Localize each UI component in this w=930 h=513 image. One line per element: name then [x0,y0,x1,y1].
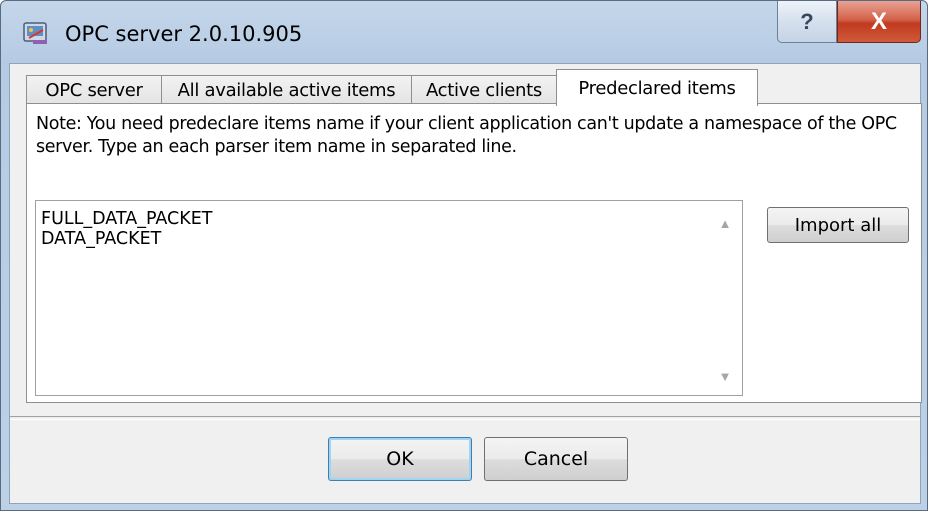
tab-label: Predeclared items [578,77,736,99]
predeclared-items-textarea[interactable]: FULL_DATA_PACKET DATA_PACKET ▲ ▼ [35,200,743,396]
dialog-client-area: OPC server All available active items Ac… [9,63,922,504]
tab-label: All available active items [177,80,396,101]
import-all-button[interactable]: Import all [767,207,909,243]
scroll-down-arrow-icon[interactable]: ▼ [717,369,733,384]
help-button[interactable]: ? [777,1,837,43]
cancel-button[interactable]: Cancel [484,437,628,481]
tab-active-clients[interactable]: Active clients [411,75,557,105]
dialog-window: OPC server 2.0.10.905 ? X OPC server All… [0,0,928,511]
tab-label: Active clients [425,80,543,101]
tab-strip: OPC server All available active items Ac… [26,66,926,106]
app-icon [23,22,47,44]
close-button[interactable]: X [837,1,921,43]
help-icon: ? [800,8,814,34]
window-title: OPC server 2.0.10.905 [65,22,303,46]
tab-all-available-active-items[interactable]: All available active items [161,75,412,105]
tab-label: OPC server [45,80,143,101]
tab-predeclared-items[interactable]: Predeclared items [556,69,758,106]
item-line: DATA_PACKET [41,229,162,249]
ok-button[interactable]: OK [328,437,472,481]
item-line: FULL_DATA_PACKET [41,209,213,229]
scroll-up-arrow-icon[interactable]: ▲ [717,216,733,231]
title-bar[interactable]: OPC server 2.0.10.905 ? X [1,1,927,63]
footer-separator [10,416,920,420]
textarea-content: FULL_DATA_PACKET DATA_PACKET [41,209,213,249]
tab-opc-server[interactable]: OPC server [26,75,162,105]
close-icon: X [870,7,887,35]
predeclared-items-panel: Note: You need predeclare items name if … [26,103,922,403]
note-text: Note: You need predeclare items name if … [36,114,897,157]
vertical-scrollbar[interactable]: ▲ ▼ [709,202,741,394]
